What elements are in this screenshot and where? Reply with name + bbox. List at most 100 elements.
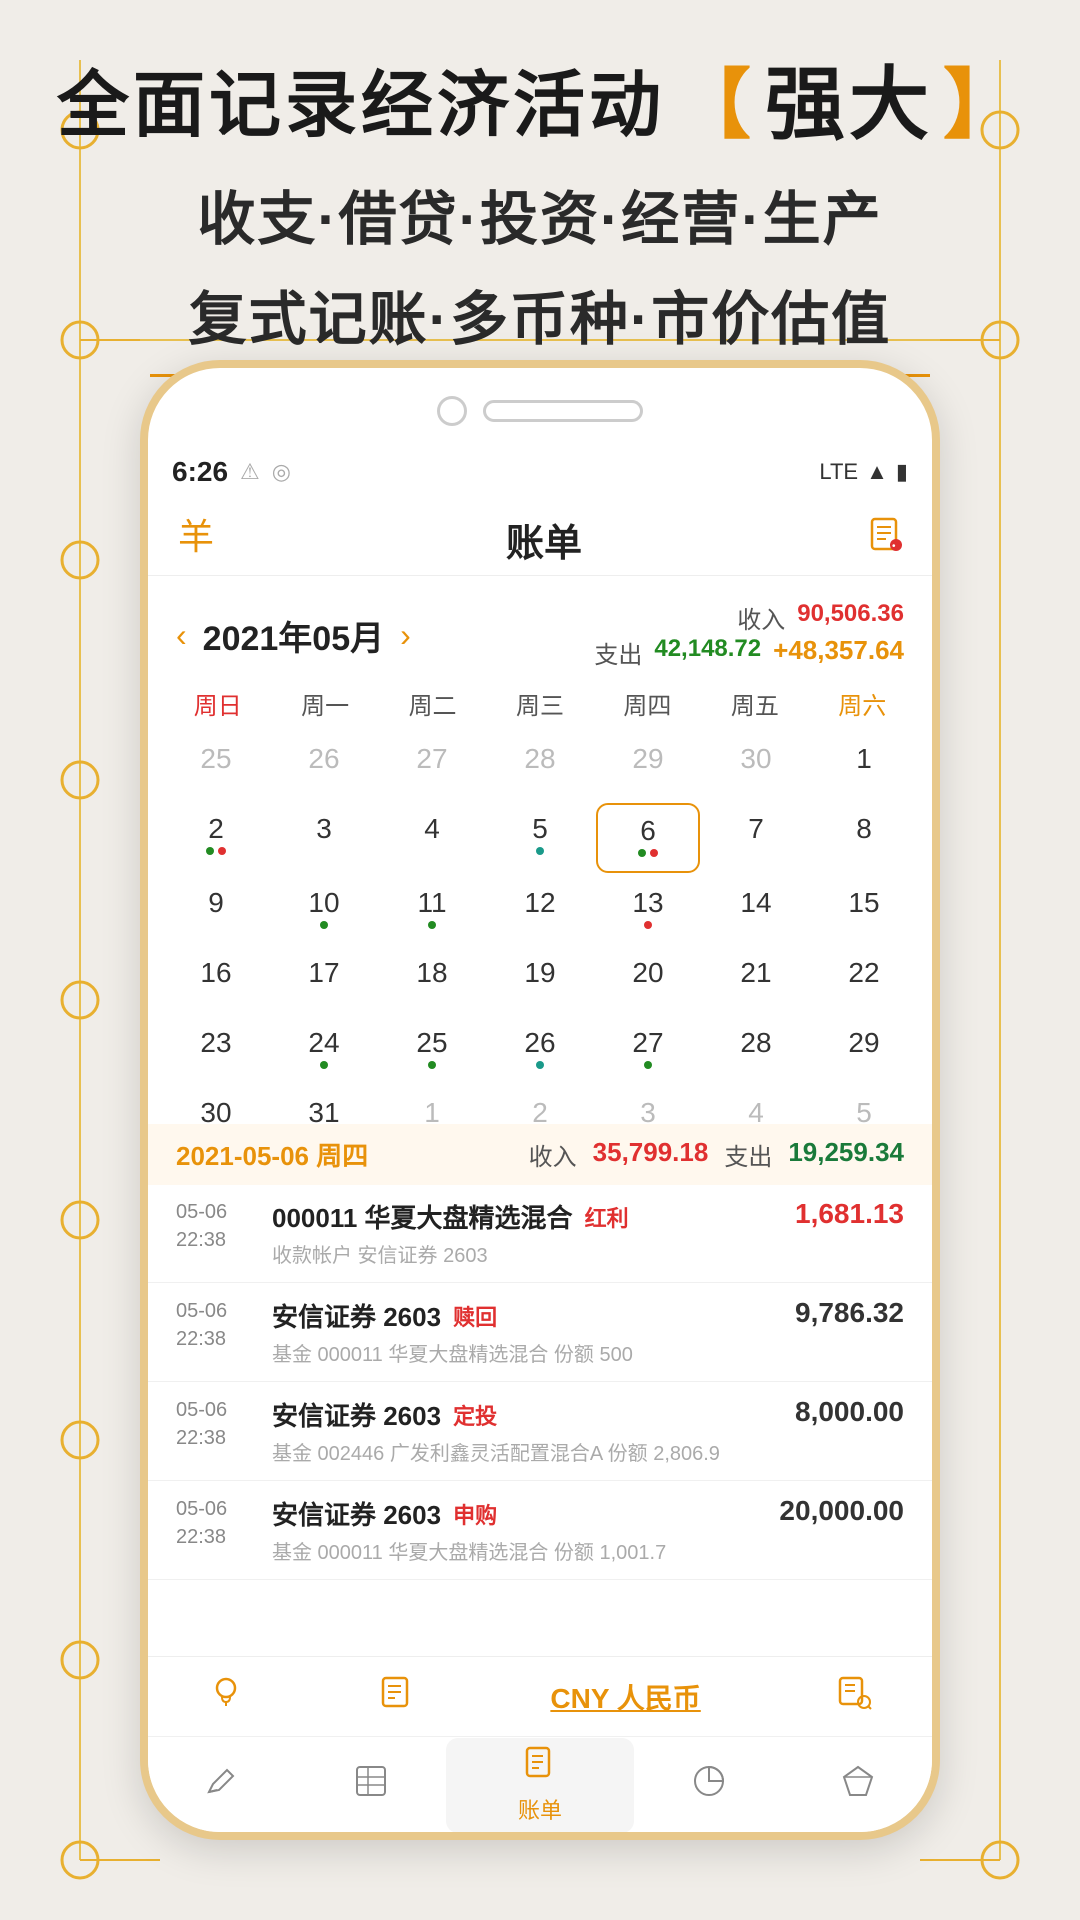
calendar-day[interactable]: 15 [812,877,916,943]
tx-details: 安信证券 2603 定投 基金 002446 广发利鑫灵活配置混合A 份额 2,… [272,1396,795,1466]
daily-expense-label: 支出 [724,1137,772,1172]
calendar-day[interactable]: 11 [380,877,484,943]
calendar-nav: ‹ 2021年05月 › [176,611,411,660]
tx-datetime: 05-06 22:38 [176,1198,256,1268]
transaction-item[interactable]: 05-06 22:38 安信证券 2603 赎回 基金 000011 华夏大盘精… [148,1283,932,1382]
transaction-list: 05-06 22:38 000011 华夏大盘精选混合 红利 收款帐户 安信证券… [148,1184,932,1656]
sheep-logo-icon: 羊 [176,513,220,557]
calendar-day[interactable]: 18 [380,947,484,1013]
weekday-wed: 周三 [486,678,593,729]
signal-icon: ◎ [272,459,291,485]
calendar-day[interactable]: 16 [164,947,268,1013]
phone-mockup: 6:26 ⚠ ◎ LTE ▲ ▮ 羊 账单 [140,360,940,1840]
nav-table[interactable] [297,1764,446,1807]
lightbulb-icon[interactable] [208,1674,244,1719]
calendar-day[interactable]: 23 [164,1017,268,1083]
calendar-day[interactable]: 28 [488,733,592,799]
calendar-day[interactable]: 30 [704,733,808,799]
calendar-day[interactable]: 20 [596,947,700,1013]
calendar-day[interactable]: 6 [596,803,700,873]
calendar-day[interactable]: 17 [272,947,376,1013]
calendar-day[interactable]: 24 [272,1017,376,1083]
calendar-day[interactable]: 5 [488,803,592,873]
calendar-day[interactable]: 9 [164,877,268,943]
calendar-day[interactable]: 26 [488,1017,592,1083]
calendar-day[interactable]: 19 [488,947,592,1013]
calendar-summary: 收入 90,506.36 支出 42,148.72 +48,357.64 [594,600,904,670]
edit-icon [205,1764,239,1807]
app-title: 账单 [506,512,582,567]
calendar-grid: 周日 周一 周二 周三 周四 周五 周六 2526272829301234567… [164,678,916,1153]
transaction-item[interactable]: 05-06 22:38 安信证券 2603 定投 基金 002446 广发利鑫灵… [148,1382,932,1481]
pie-chart-icon [692,1764,726,1807]
search-records-icon[interactable] [836,1674,872,1719]
nav-edit[interactable] [148,1764,297,1807]
transaction-item[interactable]: 05-06 22:38 安信证券 2603 申购 基金 000011 华夏大盘精… [148,1481,932,1580]
calendar-day[interactable]: 27 [380,733,484,799]
tx-sub: 收款帐户 安信证券 2603 [272,1239,795,1268]
tx-datetime: 05-06 22:38 [176,1396,256,1466]
weekday-sat: 周六 [809,678,916,729]
nav-diamond[interactable] [783,1764,932,1807]
weekday-fri: 周五 [701,678,808,729]
calendar-day[interactable]: 26 [272,733,376,799]
tx-name: 安信证券 2603 定投 [272,1396,795,1433]
calendar-day[interactable]: 8 [812,803,916,873]
daily-date: 2021-05-06 周四 [176,1136,368,1173]
calendar-day[interactable]: 28 [704,1017,808,1083]
calendar-day[interactable]: 12 [488,877,592,943]
calendar-day[interactable]: 10 [272,877,376,943]
header-bracket-open: 【 [675,43,755,153]
calendar-day[interactable]: 4 [380,803,484,873]
note-icon-button[interactable]: • [868,517,904,562]
calendar-day[interactable]: 25 [380,1017,484,1083]
prev-month-button[interactable]: ‹ [176,617,187,654]
calendar-day[interactable]: 22 [812,947,916,1013]
svg-text:•: • [892,541,896,552]
nav-bill[interactable]: 账单 [446,1738,635,1833]
currency-selector[interactable]: CNY 人民币 [550,1677,700,1717]
nav-pie[interactable] [634,1764,783,1807]
app-logo: 羊 [176,513,220,566]
daily-income-value: 35,799.18 [593,1137,709,1172]
status-right-icons: LTE ▲ ▮ [819,459,908,485]
svg-text:羊: 羊 [178,516,214,557]
income-value: 90,506.36 [797,600,904,635]
daily-expense-value: 19,259.34 [788,1137,904,1172]
tx-type: 定投 [453,1399,497,1431]
notes-icon[interactable] [379,1674,415,1719]
net-value: +48,357.64 [773,635,904,670]
calendar-day[interactable]: 7 [704,803,808,873]
tx-datetime: 05-06 22:38 [176,1297,256,1367]
calendar-day[interactable]: 21 [704,947,808,1013]
tx-sub: 基金 002446 广发利鑫灵活配置混合A 份额 2,806.9 [272,1437,795,1466]
expense-value: 42,148.72 [654,635,761,670]
header-bracket-close: 】 [943,43,1023,153]
tx-datetime: 05-06 22:38 [176,1495,256,1565]
calendar-day[interactable]: 1 [812,733,916,799]
transaction-item[interactable]: 05-06 22:38 000011 华夏大盘精选混合 红利 收款帐户 安信证券… [148,1184,932,1283]
battery-icon: ▮ [896,459,908,485]
calendar-day[interactable]: 27 [596,1017,700,1083]
calendar-header: ‹ 2021年05月 › 收入 90,506.36 支出 42,148.72 +… [148,584,932,686]
diamond-icon [841,1764,875,1807]
calendar-month-label: 2021年05月 [203,611,384,660]
toolbar-top-row: CNY 人民币 [148,1657,932,1737]
calendar-day[interactable]: 29 [812,1017,916,1083]
status-time: 6:26 [172,456,228,488]
calendar-day[interactable]: 2 [164,803,268,873]
next-month-button[interactable]: › [400,617,411,654]
calendar-day[interactable]: 14 [704,877,808,943]
tx-details: 安信证券 2603 申购 基金 000011 华夏大盘精选混合 份额 1,001… [272,1495,779,1565]
header-line1: 全面记录经济活动 【 强大 】 [0,40,1080,156]
header-strong: 强大 [765,40,933,156]
phone-screen: 6:26 ⚠ ◎ LTE ▲ ▮ 羊 账单 [140,360,940,1840]
calendar-day[interactable]: 13 [596,877,700,943]
calendar-day[interactable]: 25 [164,733,268,799]
calendar-day[interactable]: 3 [272,803,376,873]
bottom-toolbar: CNY 人民币 [148,1656,932,1832]
nav-bill-label: 账单 [518,1793,562,1825]
calendar-day[interactable]: 29 [596,733,700,799]
tx-sub: 基金 000011 华夏大盘精选混合 份额 1,001.7 [272,1536,779,1565]
bill-icon [523,1746,557,1789]
